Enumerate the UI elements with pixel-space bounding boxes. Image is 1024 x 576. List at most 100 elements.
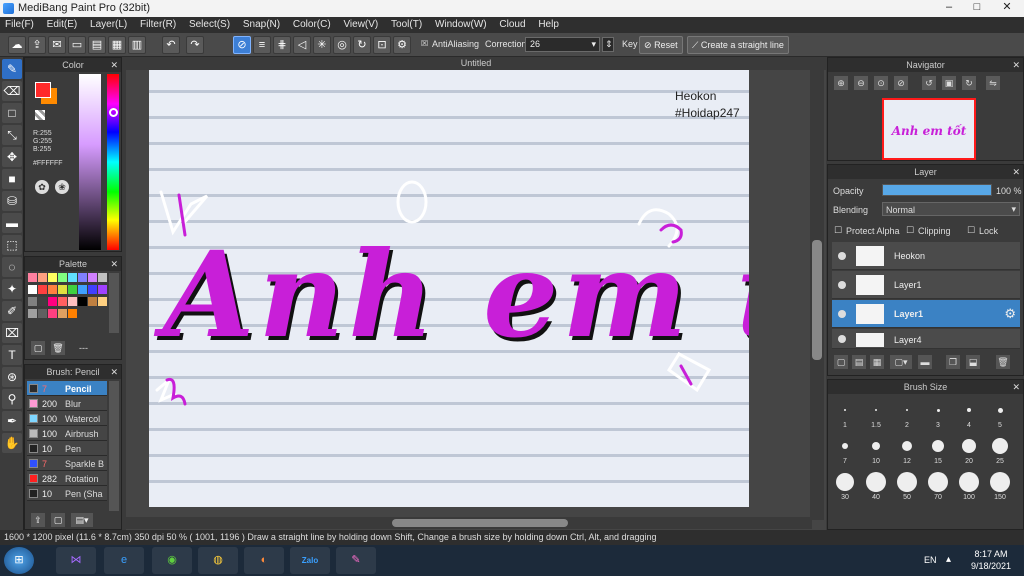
- pen-nib-icon[interactable]: ✒: [2, 411, 22, 431]
- layer-row[interactable]: Heokon: [832, 242, 1020, 270]
- palette-swatch[interactable]: [98, 297, 107, 306]
- move-arrows-icon[interactable]: ✥: [2, 147, 22, 167]
- transparent-swatch[interactable]: [35, 110, 45, 120]
- zoom-in-icon[interactable]: ⊕: [834, 76, 848, 90]
- duplicate-icon[interactable]: ❐: [946, 355, 960, 369]
- brush-item[interactable]: 7 Sparkle B: [27, 456, 107, 471]
- snap-curve-icon[interactable]: ↻: [353, 36, 371, 54]
- brush-page-icon[interactable]: ▢: [51, 513, 65, 527]
- palette-swatch[interactable]: [28, 309, 37, 318]
- lock-checkbox[interactable]: ☐: [967, 225, 975, 236]
- palette-swatch[interactable]: [38, 297, 47, 306]
- palette-swatch[interactable]: [38, 309, 47, 318]
- panel-close-icon[interactable]: ✕: [1012, 58, 1020, 72]
- brush-size-option[interactable]: 70: [925, 472, 951, 501]
- undo-icon[interactable]: ↶: [162, 36, 180, 54]
- brush-size-option[interactable]: 15: [925, 436, 951, 465]
- brush-size-option[interactable]: 1: [832, 400, 858, 429]
- menu-color[interactable]: Color(C): [288, 17, 336, 32]
- brush-size-option[interactable]: 12: [894, 436, 920, 465]
- cloud-icon[interactable]: ☁: [8, 36, 26, 54]
- bucket-tool-icon[interactable]: ⛁: [2, 191, 22, 211]
- protect-alpha-checkbox[interactable]: ☐: [834, 225, 842, 236]
- correction-stepper[interactable]: ⇕: [602, 37, 614, 52]
- canvas-tab[interactable]: Untitled: [126, 57, 826, 70]
- snap-parallel-icon[interactable]: ≡: [253, 36, 271, 54]
- menu-help[interactable]: Help: [533, 17, 564, 32]
- medibang-icon[interactable]: ✎: [336, 547, 376, 574]
- eye-icon[interactable]: [838, 335, 846, 343]
- brush-tool-icon[interactable]: ✎: [2, 59, 22, 79]
- panel-close-icon[interactable]: ✕: [1012, 380, 1020, 394]
- palette-swatch[interactable]: [28, 273, 37, 282]
- palette-swatch[interactable]: [28, 297, 37, 306]
- brush-size-option[interactable]: 3: [925, 400, 951, 429]
- snap-circle-icon[interactable]: ◎: [333, 36, 351, 54]
- antialias-checkbox[interactable]: ☒: [421, 39, 428, 48]
- brush-size-option[interactable]: 25: [987, 436, 1013, 465]
- eye-icon[interactable]: [838, 310, 846, 318]
- palette-swatch[interactable]: [48, 285, 57, 294]
- chat-icon[interactable]: ▭: [68, 36, 86, 54]
- zoom-actual-icon[interactable]: ⊘: [894, 76, 908, 90]
- vertical-scrollbar[interactable]: [810, 70, 824, 520]
- trash-icon[interactable]: 🗑: [51, 341, 65, 355]
- start-button[interactable]: ⊞: [4, 547, 34, 574]
- blending-select[interactable]: Normal ▾: [882, 202, 1020, 216]
- page-icon[interactable]: ▤: [88, 36, 106, 54]
- hue-bar[interactable]: [107, 74, 119, 250]
- brush-item[interactable]: 100 Watercol: [27, 411, 107, 426]
- flip-icon[interactable]: ⇋: [986, 76, 1000, 90]
- layer-row-selected[interactable]: Layer1 ⚙: [832, 300, 1020, 328]
- layer-row[interactable]: Layer1: [832, 271, 1020, 299]
- visual-studio-icon[interactable]: ⋈: [56, 547, 96, 574]
- menu-window[interactable]: Window(W): [430, 17, 492, 32]
- menu-tool[interactable]: Tool(T): [386, 17, 427, 32]
- redo-icon[interactable]: ↷: [186, 36, 204, 54]
- new-page-layer-icon[interactable]: ▤: [852, 355, 866, 369]
- unikey-icon[interactable]: ◉: [152, 547, 192, 574]
- magic-wand-icon[interactable]: ✦: [2, 279, 22, 299]
- folder-icon[interactable]: ▬: [918, 355, 932, 369]
- panel-close-icon[interactable]: ✕: [110, 257, 118, 271]
- close-button[interactable]: ✕: [993, 0, 1021, 15]
- snap-settings-icon[interactable]: ⚙: [393, 36, 411, 54]
- fit-window-icon[interactable]: ▣: [942, 76, 956, 90]
- palette-swatch[interactable]: [48, 309, 57, 318]
- snap-vanish-icon[interactable]: ◁: [293, 36, 311, 54]
- fill-rect-icon[interactable]: ■: [2, 169, 22, 189]
- palette-swatch[interactable]: [28, 285, 37, 294]
- new-layer-icon[interactable]: ▢: [834, 355, 848, 369]
- eye-icon[interactable]: [838, 252, 846, 260]
- eyedropper-icon[interactable]: ⚲: [2, 389, 22, 409]
- gradient-tool-icon[interactable]: ▬: [2, 213, 22, 233]
- snap-perspective-icon[interactable]: ⊡: [373, 36, 391, 54]
- layer-copy-icon[interactable]: ▦: [870, 355, 884, 369]
- layer-add-menu-icon[interactable]: ▢▾: [890, 355, 912, 369]
- snap-off-icon[interactable]: ⊘: [233, 36, 251, 54]
- clipping-checkbox[interactable]: ☐: [906, 225, 914, 236]
- layer-row[interactable]: Layer4: [832, 329, 1020, 349]
- language-indicator[interactable]: EN: [924, 555, 937, 565]
- palette-swatch[interactable]: [88, 297, 97, 306]
- brush-size-option[interactable]: 1.5: [863, 400, 889, 429]
- palette-swatch[interactable]: [88, 285, 97, 294]
- divide-tool-icon[interactable]: ⊛: [2, 367, 22, 387]
- palette-swatch[interactable]: [58, 273, 67, 282]
- menu-snap[interactable]: Snap(N): [238, 17, 285, 32]
- brush-size-option[interactable]: 7: [832, 436, 858, 465]
- hand-tool-icon[interactable]: ✋: [2, 433, 22, 453]
- palette-swatch[interactable]: [58, 285, 67, 294]
- brush-size-option[interactable]: 2: [894, 400, 920, 429]
- rotate-right-icon[interactable]: ↻: [962, 76, 976, 90]
- menu-edit[interactable]: Edit(E): [42, 17, 83, 32]
- menu-cloud[interactable]: Cloud: [494, 17, 530, 32]
- palette-swatch[interactable]: [78, 297, 87, 306]
- brush-size-option[interactable]: 100: [956, 472, 982, 501]
- color-wheel-icon[interactable]: ✿: [35, 180, 49, 194]
- palette-swatch[interactable]: [68, 297, 77, 306]
- palette-swatch[interactable]: [48, 297, 57, 306]
- brush-size-option[interactable]: 50: [894, 472, 920, 501]
- maximize-button[interactable]: □: [963, 0, 991, 15]
- brush-size-option[interactable]: 4: [956, 400, 982, 429]
